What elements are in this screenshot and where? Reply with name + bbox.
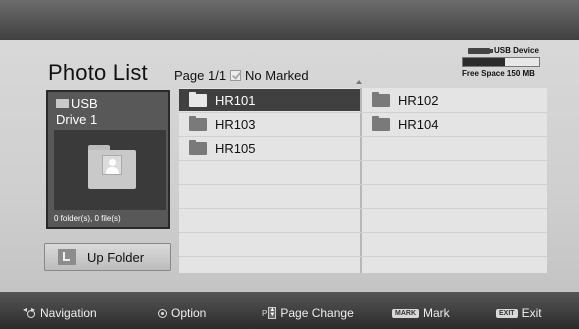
footer-bar: Navigation Option P ▲▼ Page Change MARK … <box>0 292 579 329</box>
mark-label: Mark <box>423 306 450 320</box>
footer-navigation: Navigation <box>23 305 97 320</box>
folder-icon <box>372 91 390 107</box>
folder-item[interactable]: HR101 <box>179 89 360 111</box>
row-separator <box>179 232 547 233</box>
up-folder-button[interactable]: Up Folder <box>44 243 171 271</box>
page-info: Page 1/1 No Marked <box>174 68 309 83</box>
photo-folder-icon <box>88 145 136 189</box>
navigation-icon <box>23 305 39 319</box>
row-separator <box>179 256 547 257</box>
folder-icon <box>189 115 207 131</box>
up-folder-label: Up Folder <box>87 249 145 265</box>
up-folder-icon <box>58 249 76 265</box>
row-separator <box>179 160 547 161</box>
page-number: Page 1/1 <box>174 68 227 83</box>
ok-button-icon <box>158 308 167 318</box>
folder-name: HR102 <box>398 92 439 108</box>
drive-thumbnail <box>54 130 166 210</box>
free-space-text: Free Space 150 MB <box>462 69 535 78</box>
folder-item[interactable]: HR104 <box>362 113 543 135</box>
row-separator <box>179 208 547 209</box>
check-icon <box>230 70 242 81</box>
folder-name: HR104 <box>398 116 439 132</box>
scroll-up-arrow-icon[interactable] <box>356 80 362 84</box>
page-key-letter: P <box>262 308 268 318</box>
page-change-label: Page Change <box>280 306 354 320</box>
footer-exit[interactable]: EXIT Exit <box>496 306 542 320</box>
page-title: Photo List <box>48 60 148 85</box>
exit-label: Exit <box>521 306 542 320</box>
usb-plug-icon <box>468 47 493 54</box>
drive-card[interactable]: USB Drive 1 0 folder(s), 0 file(s) <box>46 90 170 229</box>
folder-name: HR101 <box>215 92 256 108</box>
page-key-icon: P ▲ ▼ <box>262 307 277 319</box>
folder-name: HR103 <box>215 116 256 132</box>
folder-list: HR101 HR102 HR103 HR104 HR105 <box>179 80 547 273</box>
drive-name-line2: Drive 1 <box>56 112 98 127</box>
row-separator <box>179 184 547 185</box>
folder-name: HR105 <box>215 140 256 156</box>
drive-folder-icon <box>56 99 69 108</box>
folder-icon <box>372 115 390 131</box>
usb-device-info: USB Device Free Space 150 MB <box>462 46 540 78</box>
drive-name-line1: USB <box>71 96 98 111</box>
drive-name: USB Drive 1 <box>56 96 98 128</box>
mark-key-icon: MARK <box>392 308 419 318</box>
folder-item[interactable]: HR103 <box>179 113 360 135</box>
folder-item[interactable]: HR102 <box>362 89 543 111</box>
footer-option[interactable]: Option <box>158 306 206 320</box>
folder-icon <box>189 139 207 155</box>
free-space-bar <box>462 57 540 67</box>
folder-icon <box>189 91 207 107</box>
marked-status: No Marked <box>245 68 309 83</box>
top-band <box>0 0 579 40</box>
exit-key-icon: EXIT <box>496 308 518 318</box>
footer-page-change[interactable]: P ▲ ▼ Page Change <box>262 306 354 320</box>
drive-item-count: 0 folder(s), 0 file(s) <box>54 214 121 223</box>
footer-mark[interactable]: MARK Mark <box>392 306 450 320</box>
usb-device-label: USB Device <box>494 46 539 55</box>
option-label: Option <box>171 306 207 320</box>
used-space-fill <box>463 58 505 66</box>
navigation-label: Navigation <box>40 306 97 320</box>
folder-item[interactable]: HR105 <box>179 137 360 159</box>
